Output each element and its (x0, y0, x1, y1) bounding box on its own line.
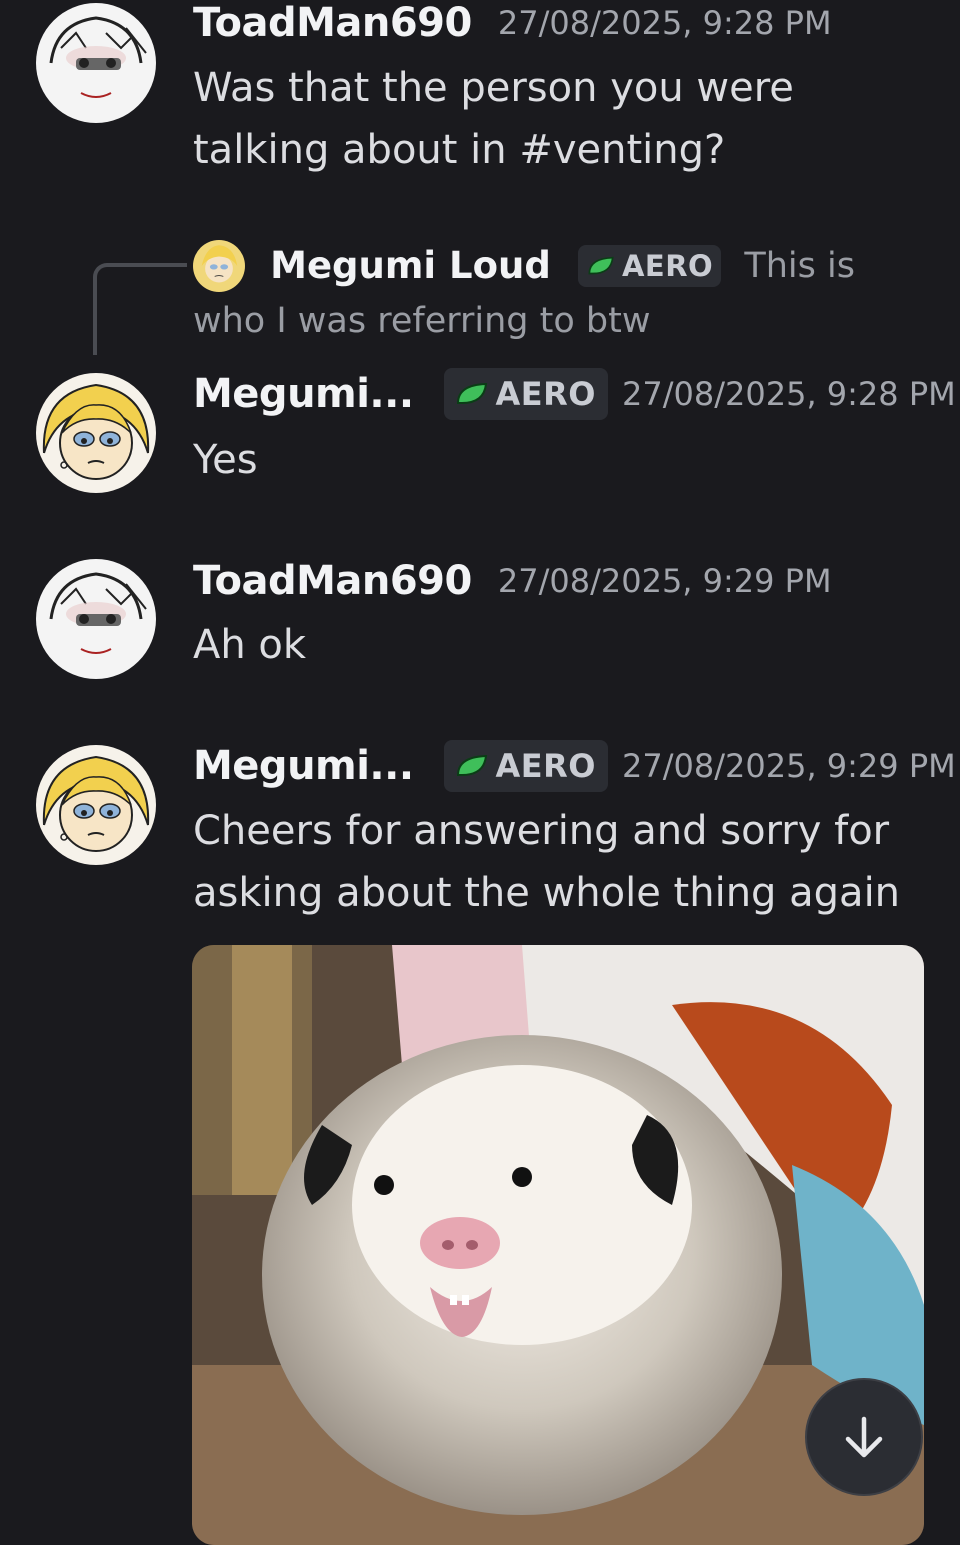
leaf-icon (456, 382, 487, 404)
leaf-icon (456, 754, 487, 776)
message-text: Was that the person you were talking abo… (193, 65, 794, 173)
username[interactable]: Megumi... (193, 371, 414, 417)
avatar-toadman[interactable] (36, 559, 156, 679)
arrow-down-icon (845, 1416, 883, 1458)
avatar-megumi[interactable] (36, 373, 156, 493)
timestamp: 27/08/2025, 9:29 PM (497, 562, 832, 600)
message-text: Yes (193, 437, 258, 483)
role-tag: AERO (443, 740, 608, 792)
leaf-icon (588, 256, 614, 275)
reply-avatar (193, 240, 245, 292)
reply-preview[interactable]: Megumi Loud AERO This is who I was refer… (193, 238, 923, 348)
avatar-toadman[interactable] (36, 3, 156, 123)
username[interactable]: Megumi... (193, 743, 414, 789)
reply-tag: AERO (577, 245, 722, 287)
timestamp: 27/08/2025, 9:28 PM (622, 375, 956, 413)
message-text: Cheers for answering and sorry for askin… (193, 808, 901, 916)
username[interactable]: ToadMan690 (193, 558, 472, 604)
jump-to-present-button[interactable] (805, 1378, 923, 1496)
reply-connector (93, 263, 187, 355)
username[interactable]: ToadMan690 (193, 0, 472, 46)
reply-author[interactable]: Megumi Loud (270, 244, 551, 287)
timestamp: 27/08/2025, 9:29 PM (622, 747, 956, 785)
message-text: Ah ok (193, 622, 307, 668)
timestamp: 27/08/2025, 9:28 PM (497, 4, 832, 42)
role-tag: AERO (443, 368, 608, 420)
avatar-megumi[interactable] (36, 745, 156, 865)
